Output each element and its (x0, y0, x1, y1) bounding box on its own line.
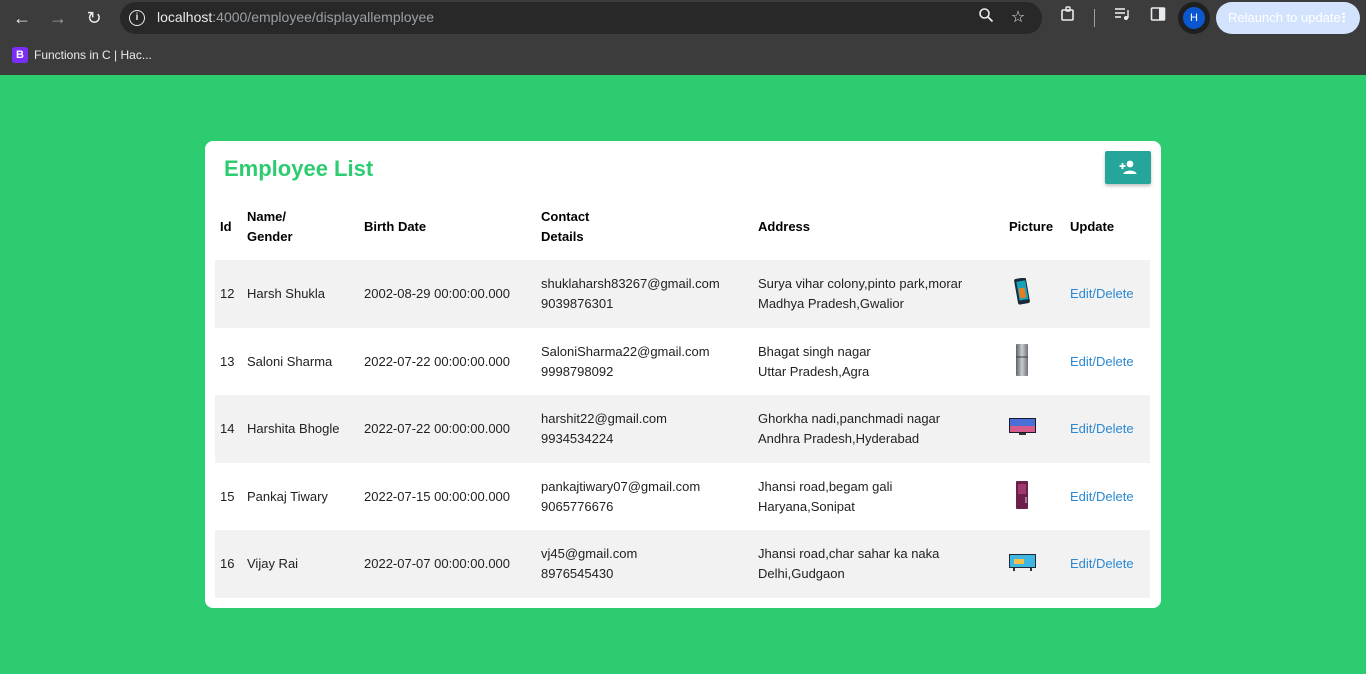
cell-contact: vj45@gmail.com 8976545430 (541, 546, 638, 581)
back-icon[interactable]: ← (9, 5, 35, 31)
bookmark-star-icon[interactable]: ☆ (1007, 7, 1029, 29)
phone-image (1014, 278, 1030, 305)
bookmark-label: Functions in C | Hac... (34, 48, 152, 62)
edit-delete-link[interactable]: Edit/Delete (1070, 284, 1134, 304)
header-update: Update (1070, 219, 1115, 234)
cell-address: Surya vihar colony,pinto park,morar Madh… (758, 276, 963, 311)
edit-delete-link[interactable]: Edit/Delete (1070, 487, 1134, 507)
edit-delete-link[interactable]: Edit/Delete (1070, 352, 1134, 372)
extensions-icon[interactable] (1055, 5, 1081, 31)
profile-avatar[interactable]: H (1178, 2, 1210, 34)
bookmarks-bar: B Functions in C | Hac... (0, 36, 1366, 75)
cell-contact: shuklaharsh83267@gmail.com 9039876301 (541, 276, 720, 311)
table-row: 12 Harsh Shukla 2002-08-29 00:00:00.000 … (215, 260, 1150, 328)
cell-contact: harshit22@gmail.com 9934534224 (541, 411, 667, 446)
bookmark-favicon-icon: B (12, 47, 28, 63)
cell-name: Harshita Bhogle (247, 421, 340, 436)
zoom-icon[interactable] (975, 7, 997, 29)
relaunch-button[interactable]: Relaunch to update ⋮ (1216, 2, 1360, 34)
browser-toolbar: ← → ↻ i localhost:4000/employee/displaya… (0, 0, 1366, 36)
address-bar[interactable]: i localhost:4000/employee/displayallempl… (120, 2, 1042, 34)
reload-icon[interactable]: ↻ (81, 5, 107, 31)
cell-birth-date: 2022-07-22 00:00:00.000 (364, 354, 511, 369)
cell-name: Pankaj Tiwary (247, 489, 328, 504)
header-id: Id (220, 219, 232, 234)
cell-birth-date: 2022-07-07 00:00:00.000 (364, 556, 511, 571)
cell-birth-date: 2002-08-29 00:00:00.000 (364, 286, 511, 301)
table-row: 16 Vijay Rai 2022-07-07 00:00:00.000 vj4… (215, 530, 1150, 598)
television-image (1009, 554, 1036, 571)
header-name-gender: Name/ Gender (247, 209, 293, 244)
cell-birth-date: 2022-07-15 00:00:00.000 (364, 489, 511, 504)
forward-icon[interactable]: → (45, 5, 71, 31)
more-icon[interactable]: ⋮ (1337, 2, 1350, 34)
cell-name: Harsh Shukla (247, 286, 326, 301)
media-icon[interactable] (1109, 5, 1135, 31)
edit-delete-link[interactable]: Edit/Delete (1070, 419, 1134, 439)
header-birth-date: Birth Date (364, 219, 427, 234)
header-address: Address (758, 219, 811, 234)
cell-id: 15 (220, 489, 235, 504)
table-row: 15 Pankaj Tiwary 2022-07-15 00:00:00.000… (215, 463, 1150, 531)
employee-card: Employee List Id Name/ Gender Birth Date… (205, 141, 1161, 608)
bookmark-item[interactable]: B Functions in C | Hac... (12, 46, 152, 64)
toolbar-separator (1094, 9, 1095, 27)
cell-address: Bhagat singh nagar Uttar Pradesh,Agra (758, 344, 871, 379)
cell-birth-date: 2022-07-22 00:00:00.000 (364, 421, 511, 436)
side-panel-icon[interactable] (1145, 5, 1171, 31)
cell-contact: pankajtiwary07@gmail.com 9065776676 (541, 479, 701, 514)
person-add-icon (1119, 160, 1137, 174)
url-text[interactable]: localhost:4000/employee/displayallemploy… (157, 9, 434, 25)
cell-address: Jhansi road,char sahar ka naka Delhi,Gud… (758, 546, 940, 581)
cell-name: Saloni Sharma (247, 354, 333, 369)
edit-delete-link[interactable]: Edit/Delete (1070, 554, 1134, 574)
cell-id: 12 (220, 286, 235, 301)
cell-address: Jhansi road,begam gali Haryana,Sonipat (758, 479, 893, 514)
table-row: 14 Harshita Bhogle 2022-07-22 00:00:00.0… (215, 395, 1150, 463)
header-picture: Picture (1009, 219, 1054, 234)
cell-address: Ghorkha nadi,panchmadi nagar Andhra Prad… (758, 411, 941, 446)
table-row: 13 Saloni Sharma 2022-07-22 00:00:00.000… (215, 328, 1150, 396)
site-info-icon[interactable]: i (129, 10, 145, 26)
page-title: Employee List (224, 156, 374, 181)
cell-id: 13 (220, 354, 235, 369)
cell-contact: SaloniSharma22@gmail.com 9998798092 (541, 344, 710, 379)
cell-id: 16 (220, 556, 235, 571)
refrigerator-image (1016, 344, 1028, 376)
add-employee-button[interactable] (1105, 151, 1151, 184)
cell-name: Vijay Rai (247, 556, 299, 571)
refrigerator-image (1016, 481, 1028, 509)
header-contact-details: Contact Details (541, 209, 590, 244)
cell-id: 14 (220, 421, 235, 436)
television-image (1009, 418, 1036, 435)
